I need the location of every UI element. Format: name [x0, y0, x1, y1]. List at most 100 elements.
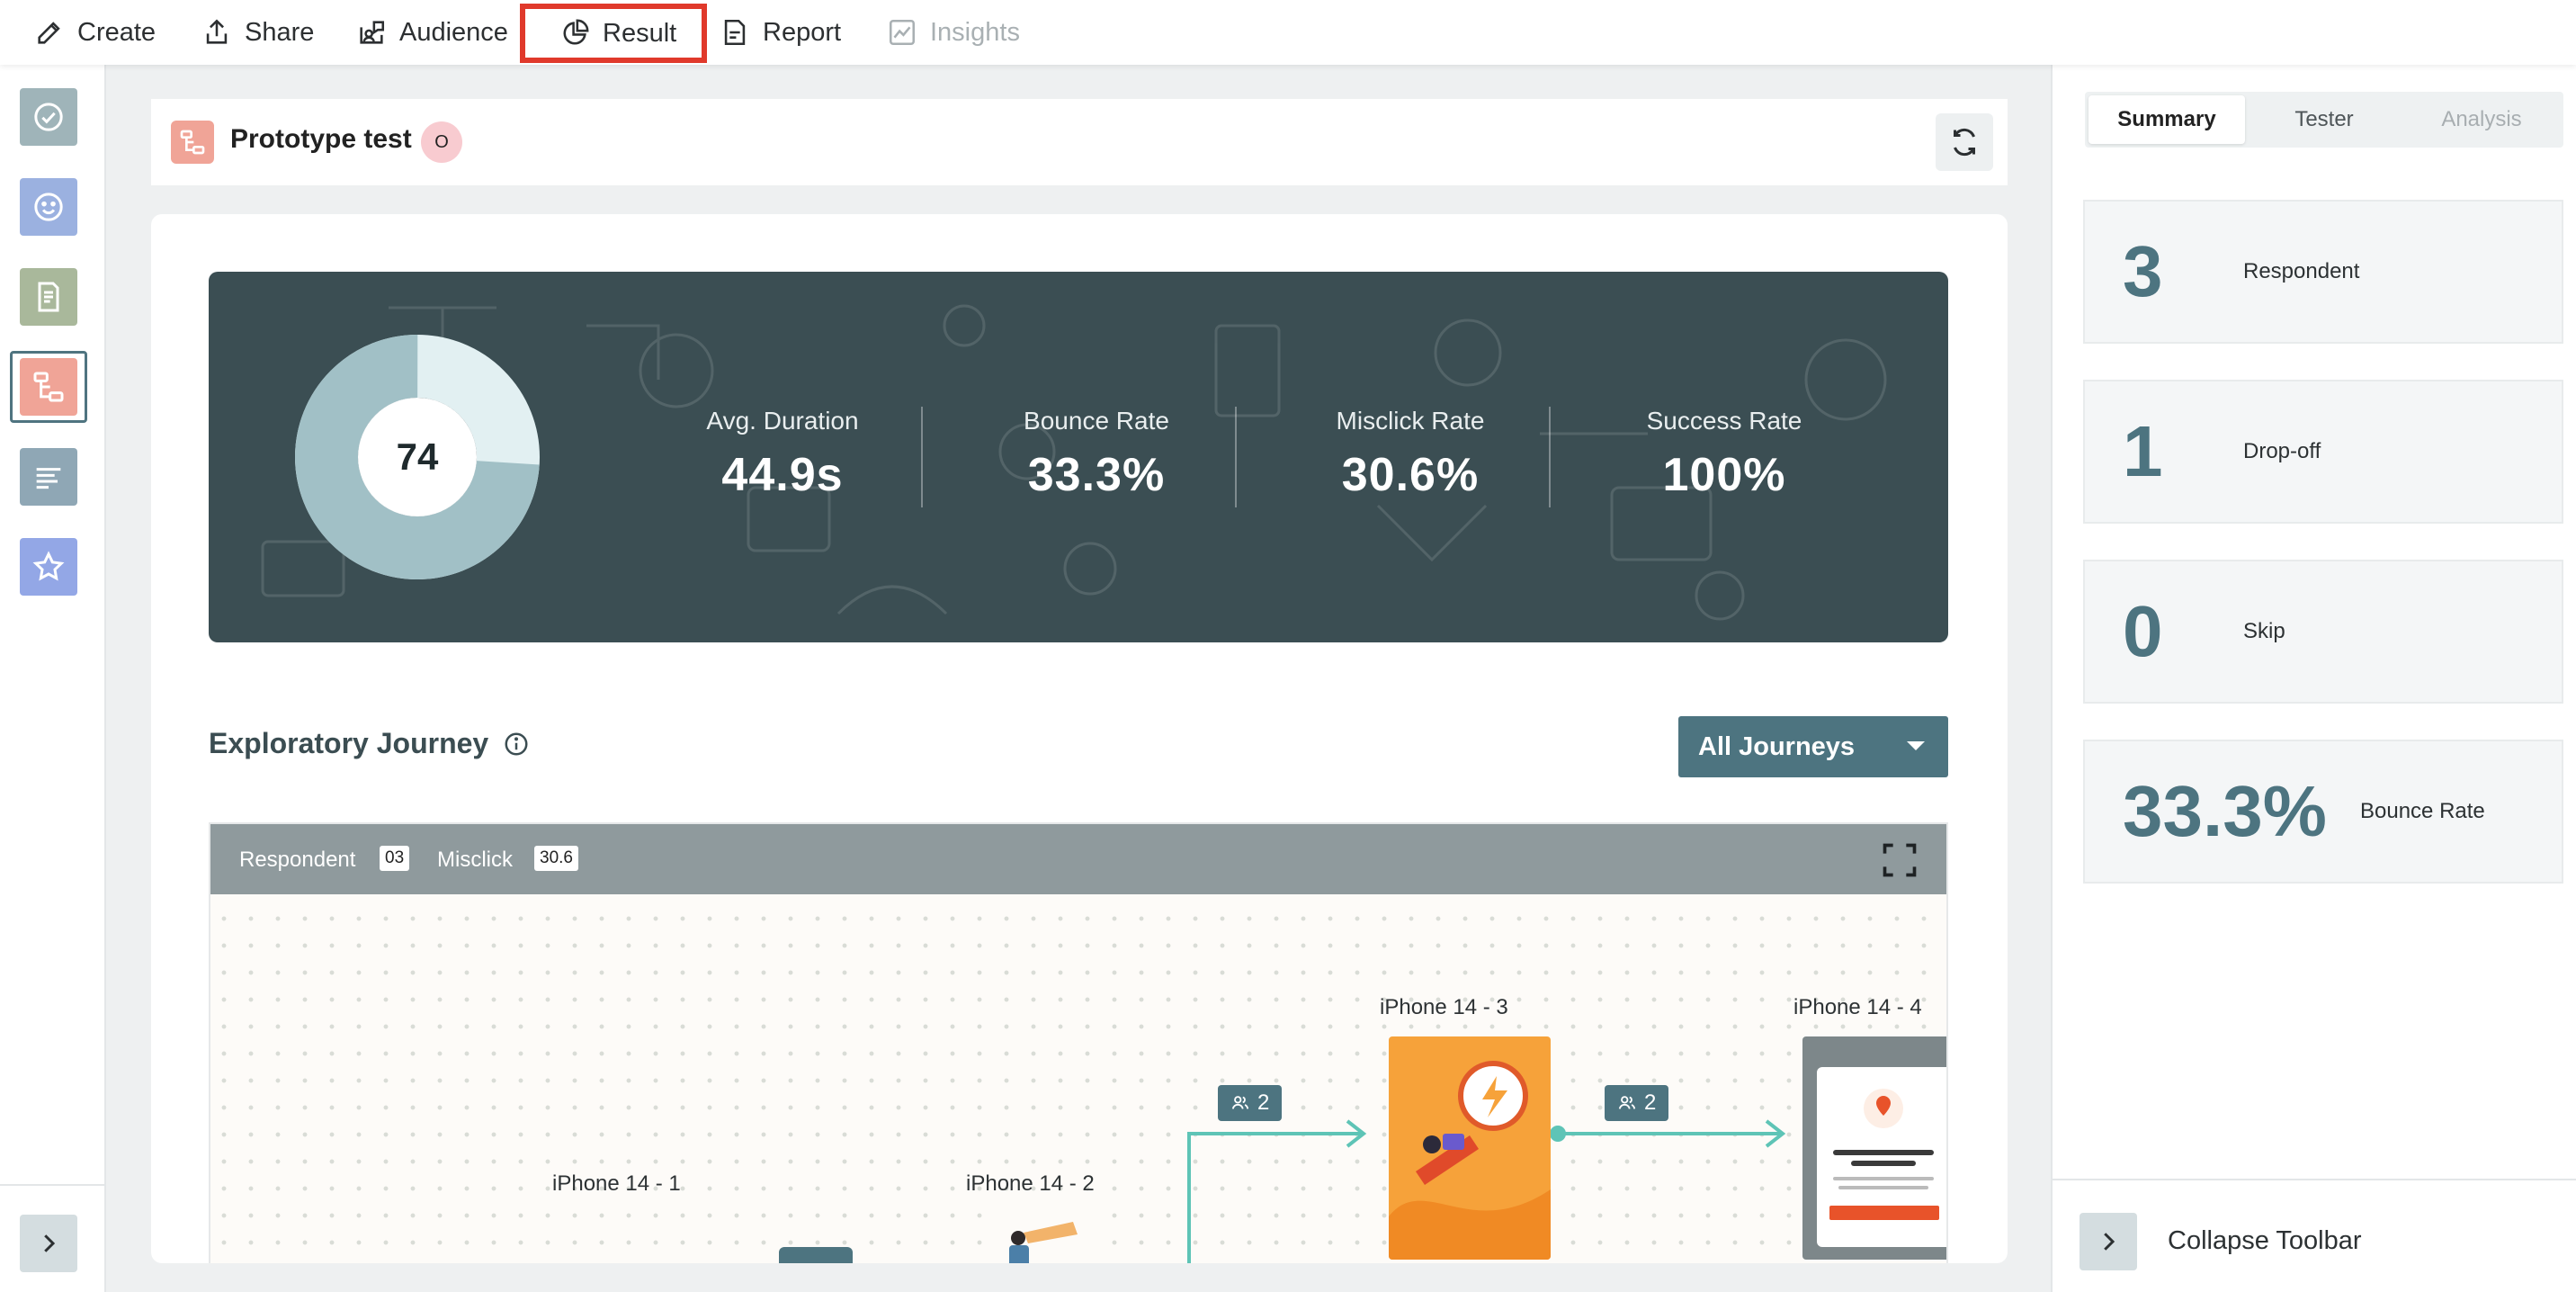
metric-value: 1 [2123, 411, 2163, 491]
screen-thumbnail-2[interactable] [988, 1206, 1096, 1263]
illustration-bag [1443, 1134, 1464, 1150]
metric-label: Skip [2243, 619, 2285, 643]
journey-canvas[interactable]: Respondent 03 Misclick 30.6 2 2 iPhone 1… [209, 822, 1948, 1263]
metric-label: Respondent [2243, 259, 2360, 283]
trend-icon [889, 19, 916, 46]
metric-value: 0 [2123, 591, 2163, 671]
rail-item-text[interactable] [20, 448, 77, 506]
modal-text-line [1833, 1150, 1934, 1155]
nav-result[interactable]: Result [520, 4, 708, 63]
flow-count: 2 [1644, 1090, 1657, 1115]
nav-insights[interactable]: Insights [887, 0, 1020, 65]
screen-label-1: iPhone 14 - 1 [552, 1171, 681, 1196]
pencil-icon [38, 22, 60, 44]
journey-filter-value: All Journeys [1698, 731, 1856, 761]
stat-bounce-rate: Bounce Rate 33.3% [962, 407, 1231, 502]
journey-section-title: Exploratory Journey [209, 727, 530, 760]
tab-analysis[interactable]: Analysis [2403, 95, 2560, 144]
stat-value: 100% [1662, 449, 1786, 501]
prototype-flow-icon [33, 372, 64, 402]
results-card: 74 Avg. Duration 44.9s Bounce Rate 33.3%… [151, 214, 2008, 1263]
document-icon [38, 282, 59, 312]
test-header: Prototype test O [151, 99, 2008, 185]
nav-create-label: Create [77, 17, 157, 47]
tab-tester[interactable]: Tester [2246, 95, 2402, 144]
refresh-button[interactable] [1936, 113, 1993, 171]
right-panel: Summary Tester Analysis 3 Respondent 1 D… [2051, 65, 2576, 1292]
chevron-right-icon [2104, 1233, 2115, 1251]
results-tabs: Summary Tester Analysis [2085, 92, 2563, 148]
nav-insights-label: Insights [930, 17, 1020, 47]
journey-filter-dropdown[interactable]: All Journeys [1678, 716, 1948, 777]
metric-label: Bounce Rate [2360, 799, 2485, 823]
rail-expand-button[interactable] [20, 1215, 77, 1272]
star-icon [32, 551, 65, 581]
stat-misclick-rate: Misclick Rate 30.6% [1275, 407, 1545, 502]
nav-share[interactable]: Share [201, 0, 314, 65]
refresh-icon [1954, 128, 1975, 157]
page-title: Prototype test [230, 124, 412, 154]
rail-item-prototype [20, 358, 77, 416]
stat-divider [1235, 407, 1237, 507]
text-lines-icon [36, 468, 61, 489]
metric-bounce-rate: 33.3% Bounce Rate [2083, 740, 2563, 884]
metric-respondent: 3 Respondent [2083, 200, 2563, 344]
check-circle-icon [34, 103, 63, 131]
stat-avg-duration: Avg. Duration 44.9s [648, 407, 917, 502]
stat-label: Misclick Rate [1336, 407, 1485, 435]
score-value: 74 [396, 435, 439, 478]
modal-text-line [1833, 1177, 1934, 1180]
rail-item-survey[interactable] [20, 268, 77, 326]
right-panel-divider [2053, 1179, 2576, 1180]
screen-thumbnail-3[interactable] [1389, 1036, 1551, 1260]
screen-label-3: iPhone 14 - 3 [1380, 995, 1508, 1019]
smiley-icon [34, 193, 63, 221]
modal-text-line [1838, 1186, 1928, 1189]
tab-summary[interactable]: Summary [2089, 95, 2245, 144]
status-badge: O [421, 121, 462, 163]
nav-result-label: Result [603, 18, 677, 48]
journey-title: Exploratory Journey [209, 727, 489, 759]
users-icon [1618, 1096, 1636, 1109]
pie-chart-icon [563, 19, 589, 45]
metric-label: Drop-off [2243, 439, 2321, 463]
rail-item-prototype-active[interactable] [10, 351, 87, 423]
left-rail [0, 65, 106, 1292]
chevron-right-icon [44, 1234, 56, 1252]
stat-value: 44.9s [721, 449, 844, 501]
nav-audience-label: Audience [399, 17, 508, 47]
illustration-figure [1423, 1135, 1441, 1153]
rail-item-feedback[interactable] [20, 178, 77, 236]
rail-item-rating[interactable] [20, 538, 77, 596]
nav-report[interactable]: Report [720, 0, 841, 65]
journey-flow-lines [1187, 1119, 1786, 1263]
illustration-head [1011, 1231, 1025, 1245]
flow-count-badge-partial [779, 1247, 853, 1263]
audience-icon [360, 21, 385, 44]
collapse-toolbar-button[interactable] [2080, 1213, 2137, 1270]
prototype-flow-icon [180, 130, 205, 155]
metric-value: 3 [2123, 231, 2163, 311]
nav-create[interactable]: Create [34, 0, 156, 65]
screen-thumbnail-4[interactable] [1802, 1036, 1948, 1260]
flow-count-badge: 2 [1218, 1085, 1283, 1121]
flow-line-into-screen-3 [1187, 1132, 1362, 1263]
nav-audience[interactable]: Audience [356, 0, 508, 65]
screen-label-2: iPhone 14 - 2 [966, 1171, 1095, 1196]
stat-label: Avg. Duration [706, 407, 859, 435]
stat-success-rate: Success Rate 100% [1589, 407, 1859, 502]
users-icon [1231, 1096, 1249, 1109]
stat-value: 33.3% [1027, 449, 1166, 501]
flow-count-badge: 2 [1605, 1085, 1669, 1121]
chevron-down-icon [1907, 741, 1925, 750]
metric-drop-off: 1 Drop-off [2083, 380, 2563, 524]
modal-allow-button [1829, 1206, 1939, 1220]
collapse-toolbar-label[interactable]: Collapse Toolbar [2168, 1226, 2362, 1256]
rail-item-checklist[interactable] [20, 88, 77, 146]
stat-divider [1549, 407, 1551, 507]
info-icon[interactable] [503, 731, 530, 758]
modal-text-line [1851, 1161, 1916, 1166]
screen-label-4: iPhone 14 - 4 [1793, 995, 1922, 1019]
prototype-test-icon [171, 121, 214, 164]
top-navigation: Create Share Audience Result Report Insi… [0, 0, 2576, 65]
